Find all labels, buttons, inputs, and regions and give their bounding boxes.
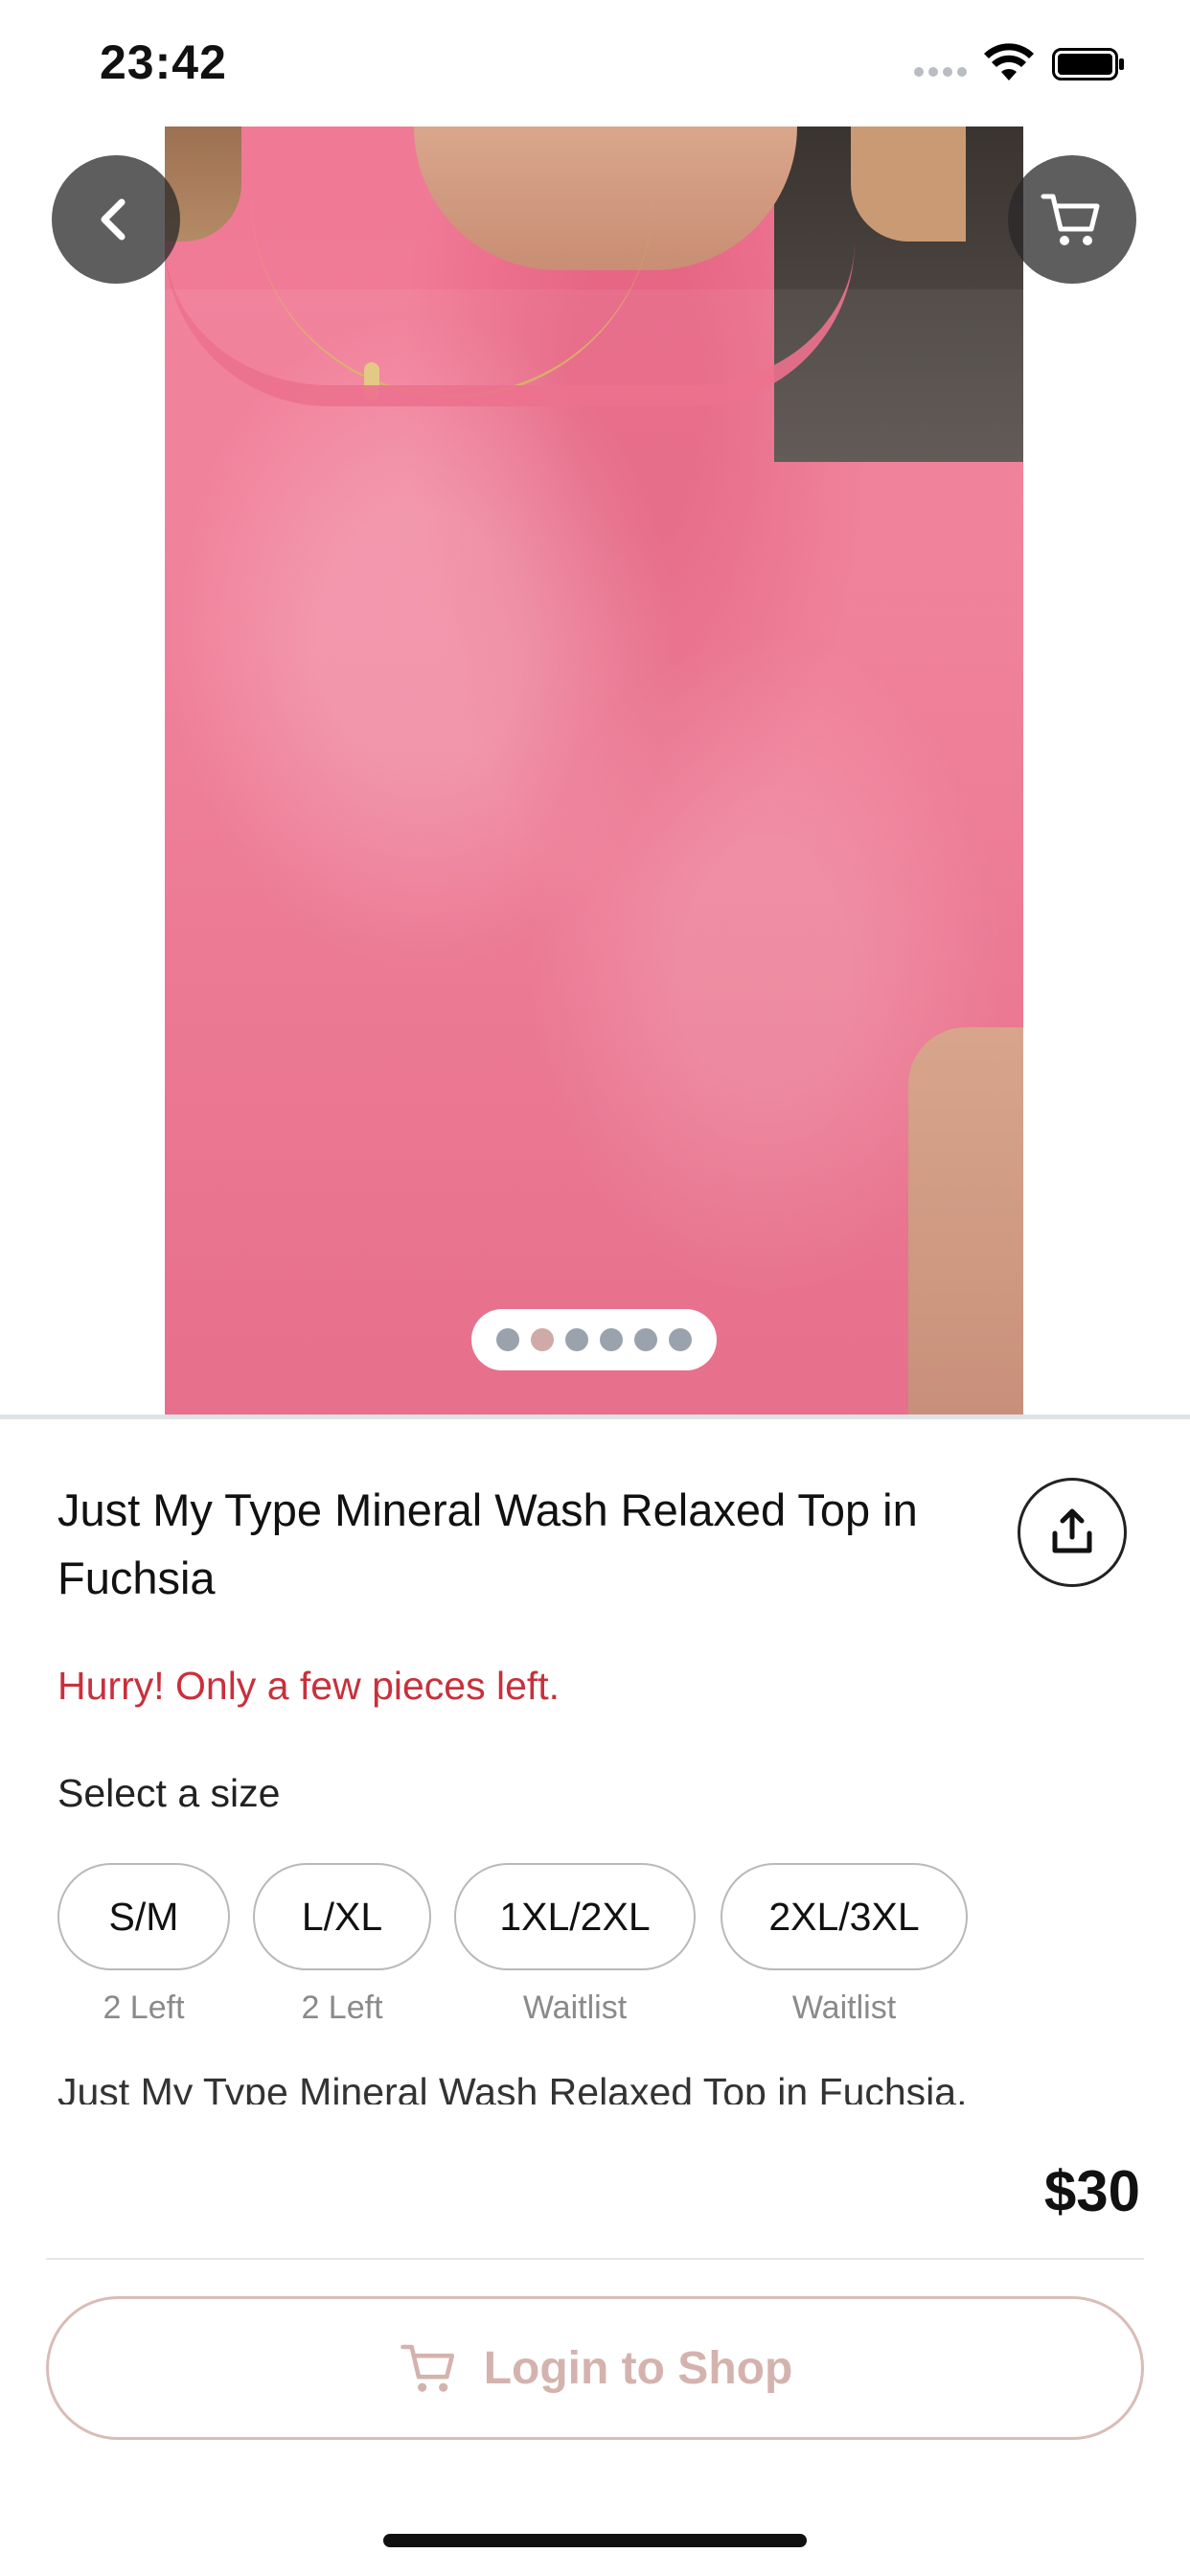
size-option-l-xl[interactable]: L/XL 2 Left [253, 1863, 431, 2027]
size-pill[interactable]: S/M [57, 1863, 230, 1970]
login-to-shop-button[interactable]: Login to Shop [46, 2296, 1144, 2440]
divider [46, 2258, 1144, 2260]
gallery-dot[interactable] [496, 1328, 519, 1351]
cart-icon [400, 2344, 454, 2392]
product-image-gallery[interactable] [0, 126, 1190, 1416]
size-stock: 2 Left [301, 1990, 383, 2026]
product-title: Just My Type Mineral Wash Relaxed Top in… [57, 1484, 918, 1603]
stock-warning: Hurry! Only a few pieces left. [57, 1664, 561, 1708]
size-pill[interactable]: L/XL [253, 1863, 431, 1970]
status-time: 23:42 [100, 35, 227, 89]
share-icon [1052, 1508, 1092, 1553]
size-pill[interactable]: 2XL/3XL [721, 1863, 968, 1970]
back-button[interactable] [52, 155, 180, 284]
wifi-icon [984, 43, 1034, 80]
cart-button[interactable] [1008, 155, 1136, 284]
cellular-signal-icon [914, 67, 967, 77]
login-button-label: Login to Shop [483, 2342, 793, 2394]
gallery-dot[interactable] [600, 1328, 623, 1351]
size-option-1xl-2xl[interactable]: 1XL/2XL Waitlist [454, 1863, 696, 2027]
gallery-dot[interactable] [531, 1328, 554, 1351]
status-bar: 23:42 [0, 0, 1190, 126]
size-pill[interactable]: 1XL/2XL [454, 1863, 696, 1970]
size-stock: Waitlist [791, 1990, 897, 2026]
divider [0, 1414, 1190, 1419]
product-price: $30 [1043, 2159, 1140, 2223]
gallery-dot[interactable] [565, 1328, 588, 1351]
size-prompt: Select a size [57, 1771, 281, 1815]
gallery-page-indicator [471, 1309, 717, 1370]
gallery-dot[interactable] [634, 1328, 657, 1351]
home-indicator[interactable] [383, 2534, 807, 2547]
purchase-bar: $30 Login to Shop [0, 2104, 1190, 2576]
size-stock: Waitlist [522, 1990, 628, 2026]
size-option-2xl-3xl[interactable]: 2XL/3XL Waitlist [721, 1863, 968, 2027]
battery-icon [1052, 48, 1124, 80]
cart-icon [1041, 194, 1100, 245]
gallery-dot[interactable] [669, 1328, 692, 1351]
size-stock: 2 Left [103, 1990, 185, 2026]
product-photo [165, 126, 1023, 1416]
share-button[interactable] [1018, 1478, 1127, 1587]
size-option-s-m[interactable]: S/M 2 Left [57, 1863, 230, 2027]
chevron-left-icon [101, 198, 126, 241]
